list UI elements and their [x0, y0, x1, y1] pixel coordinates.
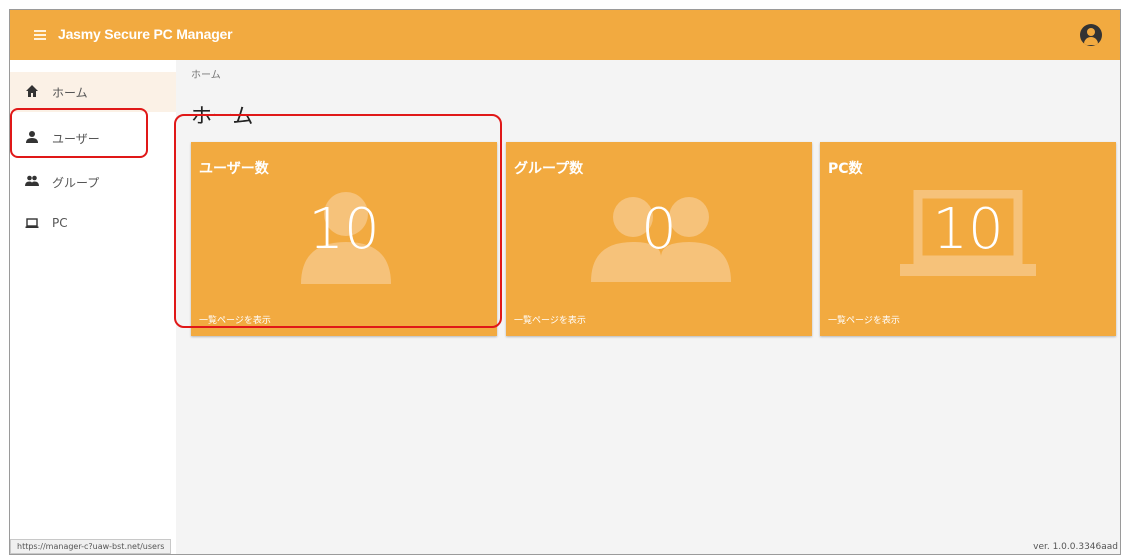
- account-circle-icon[interactable]: [1080, 24, 1102, 46]
- breadcrumb: ホーム: [191, 70, 221, 81]
- view-list-link[interactable]: 一覧ページを表示: [514, 313, 586, 326]
- group-count-card[interactable]: グループ数 0 一覧ページを表示: [506, 142, 812, 336]
- sidebar-item-groups[interactable]: グループ: [10, 162, 176, 202]
- pc-count-value: 10: [932, 197, 1004, 262]
- app-title: Jasmy Secure PC Manager: [58, 26, 233, 42]
- highlight-box: [10, 108, 148, 158]
- menu-icon[interactable]: [32, 26, 48, 42]
- laptop-icon: [25, 218, 39, 228]
- app-header: Jasmy Secure PC Manager: [10, 10, 1120, 60]
- sidebar-item-home[interactable]: ホーム: [10, 72, 176, 112]
- sidebar-item-label: グループ: [52, 176, 100, 190]
- home-icon: [26, 85, 38, 97]
- highlight-box: [174, 114, 502, 328]
- status-url: https://manager-c?uaw-bst.net/users: [10, 539, 172, 554]
- card-title: PC数: [828, 161, 863, 177]
- sidebar-item-label: PC: [52, 216, 68, 230]
- sidebar-item-pc[interactable]: PC: [10, 204, 176, 244]
- sidebar-item-label: ホーム: [52, 86, 88, 100]
- view-list-link[interactable]: 一覧ページを表示: [828, 313, 900, 326]
- card-title: グループ数: [514, 161, 584, 177]
- group-count-value: 0: [641, 197, 677, 262]
- version-label: ver. 1.0.0.3346aad: [1033, 542, 1118, 552]
- people-icon: [25, 175, 39, 186]
- pc-count-card[interactable]: PC数 10 一覧ページを表示: [820, 142, 1116, 336]
